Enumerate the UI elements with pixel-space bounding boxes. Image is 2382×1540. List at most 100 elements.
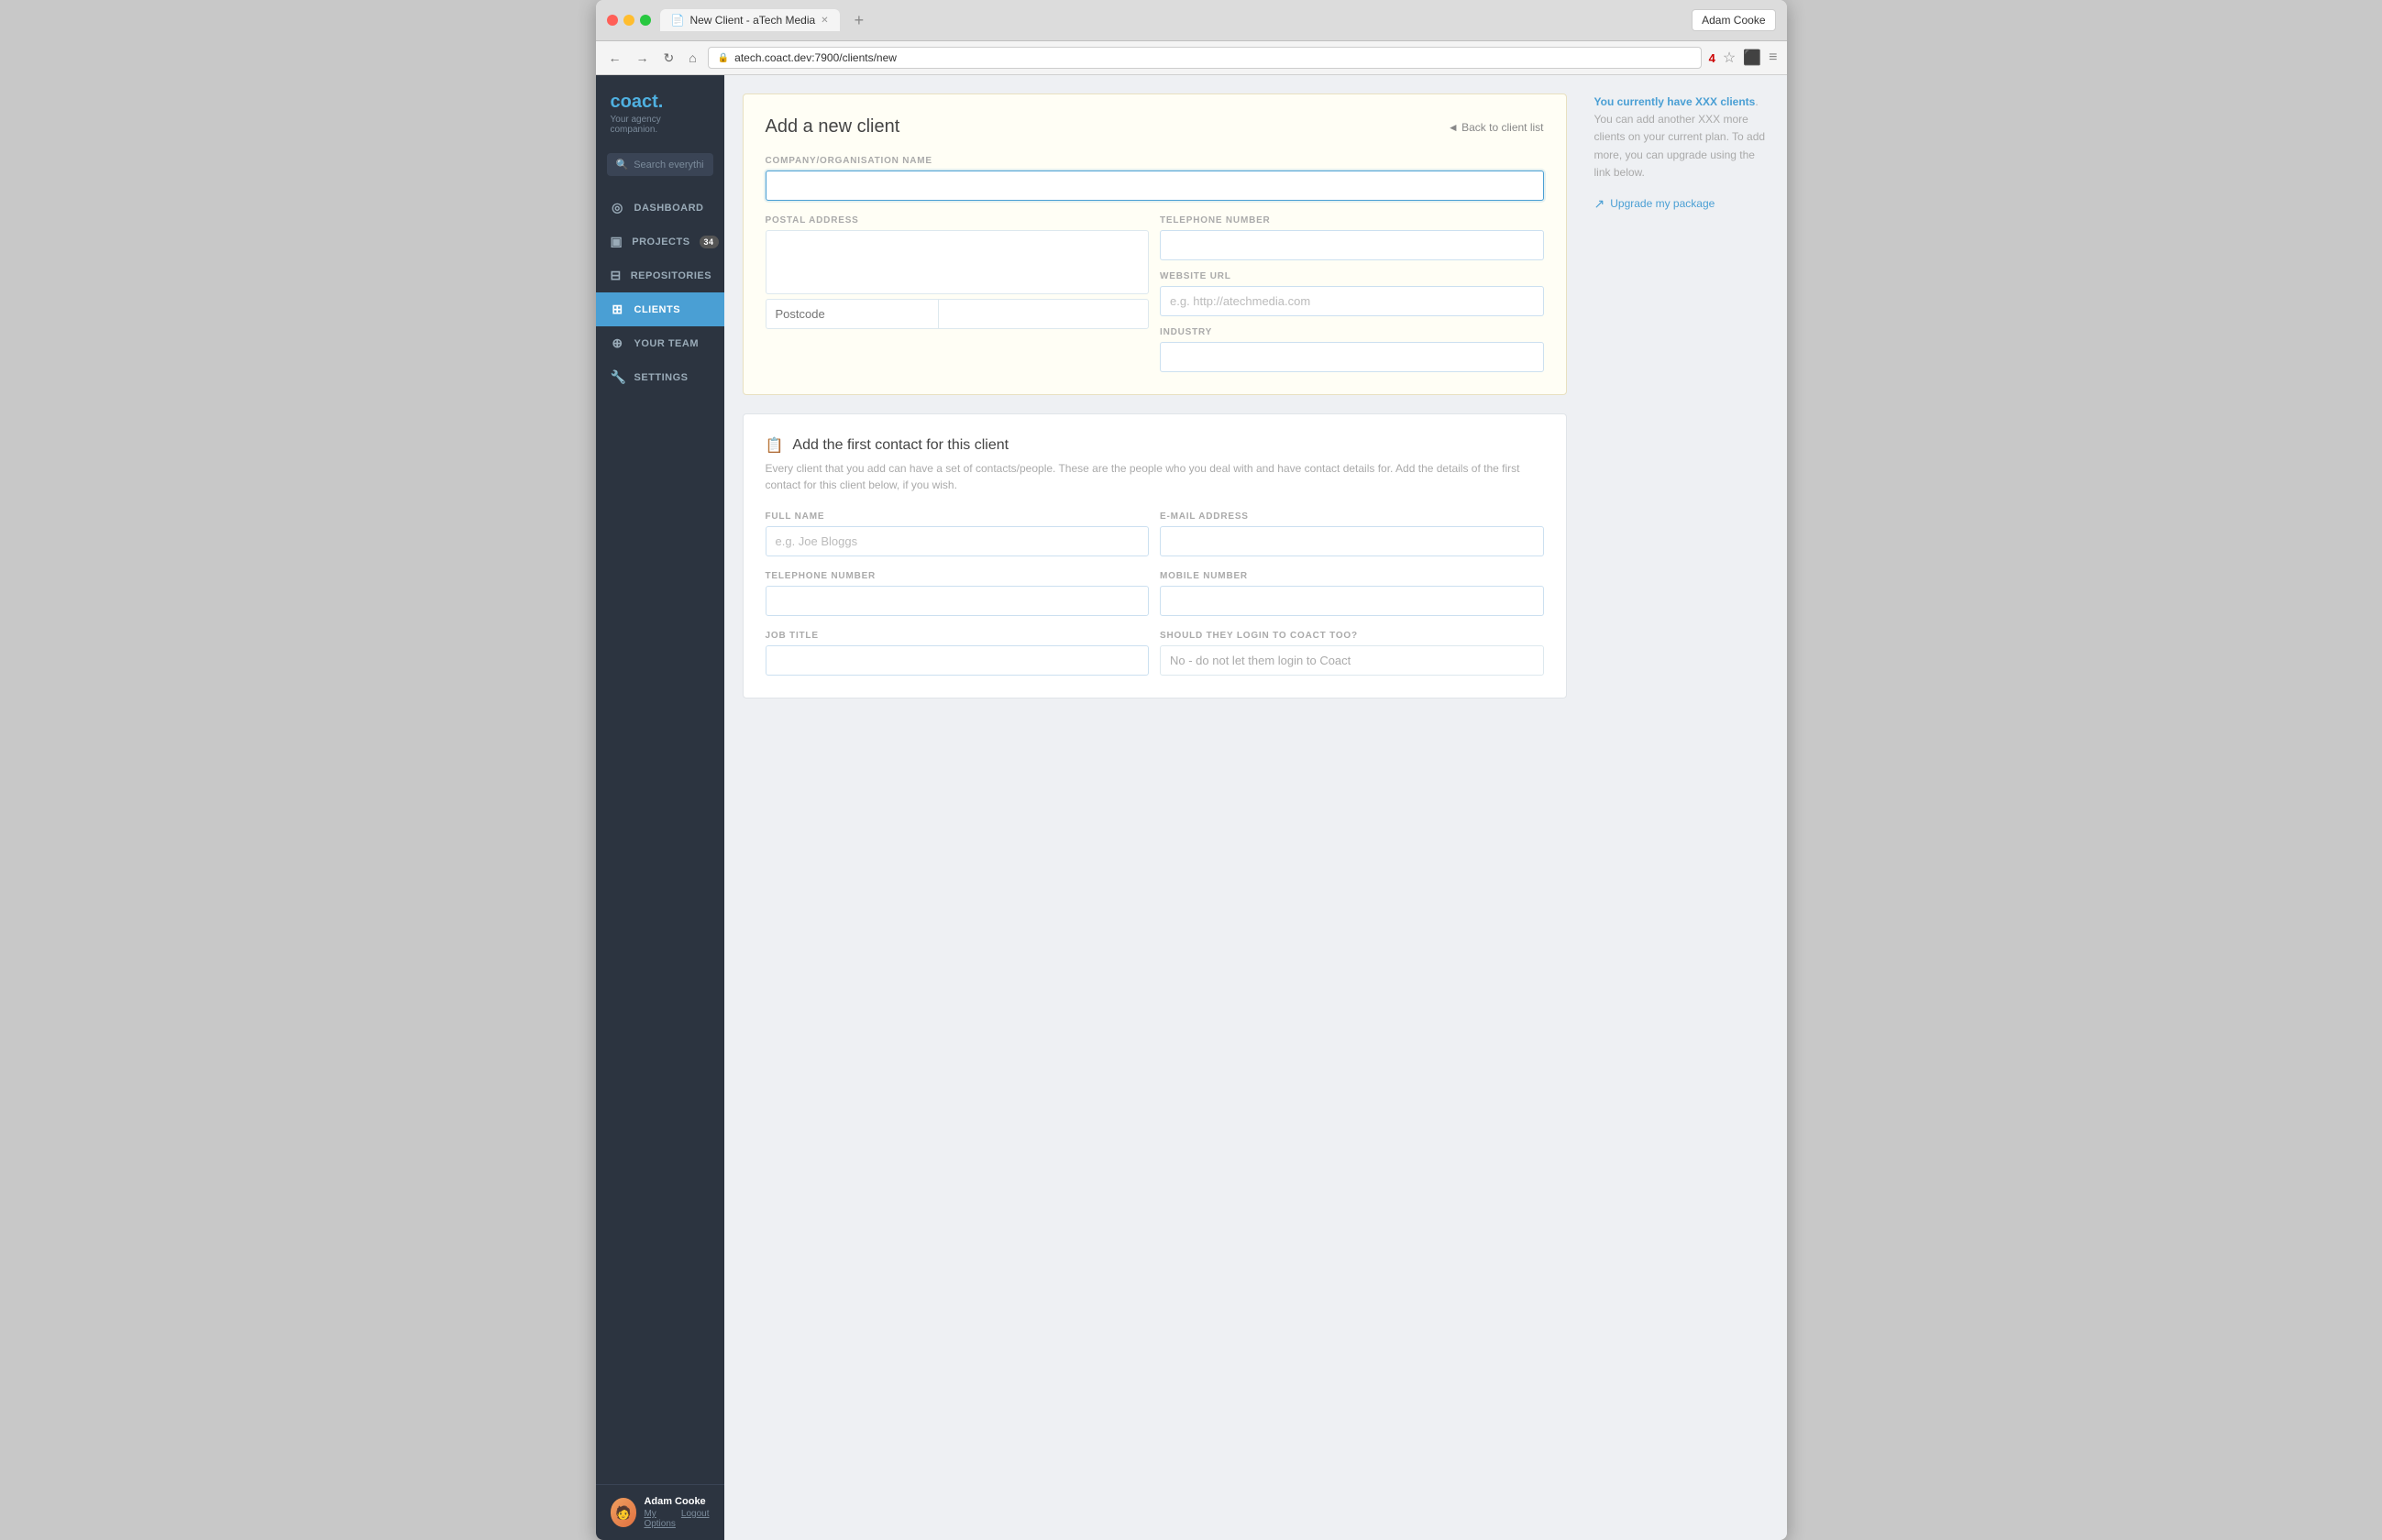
sidebar-user: 🧑 Adam Cooke My Options Logout (596, 1484, 724, 1540)
sidebar-search: 🔍 (596, 146, 724, 191)
contact-telephone-col: TELEPHONE NUMBER (766, 571, 1150, 616)
contact-header: 📋 Add the first contact for this client (766, 436, 1544, 455)
my-options-link[interactable]: My Options (644, 1509, 675, 1529)
home-button[interactable]: ⌂ (685, 49, 700, 67)
postal-address-label: POSTAL ADDRESS (766, 215, 1150, 226)
url-text: atech.coact.dev:7900/clients/new (734, 51, 897, 64)
contact-title: Add the first contact for this client (792, 437, 1009, 454)
website-section: WEBSITE URL (1160, 271, 1544, 316)
menu-icon[interactable]: ≡ (1769, 50, 1777, 66)
dashboard-icon: ◎ (611, 200, 625, 215)
sidebar-item-repositories[interactable]: ⊟ REPOSITORIES (596, 258, 724, 292)
sidebar-item-label: CLIENTS (634, 304, 681, 315)
sidebar-item-dashboard[interactable]: ◎ DASHBOARD (596, 191, 724, 225)
job-title-col: JOB TITLE (766, 631, 1150, 676)
search-input[interactable] (634, 160, 703, 170)
industry-input[interactable] (1160, 342, 1544, 372)
sidebar-logo: coact. Your agency companion. (596, 75, 724, 146)
email-input[interactable] (1160, 526, 1544, 556)
sidebar-item-label: SETTINGS (634, 372, 689, 383)
search-icon: 🔍 (616, 159, 629, 170)
tel-mobile-row: TELEPHONE NUMBER MOBILE NUMBER (766, 571, 1544, 616)
clients-icon: ⊞ (611, 302, 625, 317)
browser-window: 📄 New Client - aTech Media ✕ + Adam Cook… (596, 0, 1787, 1540)
postcode-right (938, 299, 1149, 329)
company-name-section: COMPANY/ORGANISATION NAME (766, 156, 1544, 201)
job-title-input[interactable] (766, 645, 1150, 676)
cast-icon[interactable]: ⬛ (1743, 49, 1761, 67)
address-telephone-row: POSTAL ADDRESS TELEPHONE NUMBER (766, 215, 1544, 372)
sidebar: coact. Your agency companion. 🔍 ◎ DASHBO… (596, 75, 724, 1540)
back-to-client-list-link[interactable]: ◄ Back to client list (1448, 121, 1544, 134)
logout-link[interactable]: Logout (681, 1509, 710, 1529)
postcode-input[interactable] (766, 299, 938, 329)
notification-badge: 4 (1709, 51, 1715, 65)
telephone-input[interactable] (1160, 230, 1544, 260)
forward-nav-button[interactable]: → (633, 49, 653, 67)
tab-favicon: 📄 (671, 14, 685, 27)
login-select[interactable]: No - do not let them login to Coact (1160, 645, 1544, 676)
main-inner: Add a new client ◄ Back to client list C… (724, 75, 1787, 717)
projects-icon: ▣ (611, 234, 623, 249)
card-header: Add a new client ◄ Back to client list (766, 116, 1544, 138)
browser-titlebar: 📄 New Client - aTech Media ✕ + Adam Cook… (596, 0, 1787, 41)
sidebar-item-clients[interactable]: ⊞ CLIENTS (596, 292, 724, 326)
contact-icon: 📋 (766, 436, 784, 455)
job-login-row: JOB TITLE SHOULD THEY LOGIN TO COACT TOO… (766, 631, 1544, 676)
traffic-lights (607, 15, 651, 26)
telephone-website-col: TELEPHONE NUMBER WEBSITE URL INDUSTRY (1160, 215, 1544, 372)
team-icon: ⊕ (611, 336, 625, 351)
address-bar[interactable]: 🔒 atech.coact.dev:7900/clients/new (708, 47, 1702, 69)
user-links: My Options Logout (644, 1509, 709, 1529)
repositories-icon: ⊟ (611, 268, 622, 283)
sidebar-info-panel: You currently have XXX clients. You can … (1585, 75, 1787, 717)
login-label: SHOULD THEY LOGIN TO COACT TOO? (1160, 631, 1544, 641)
sidebar-item-settings[interactable]: 🔧 SETTINGS (596, 360, 724, 394)
nav-items: ◎ DASHBOARD ▣ PROJECTS 34 ⊟ REPOSITORIES… (596, 191, 724, 1484)
upgrade-label: Upgrade my package (1610, 197, 1715, 210)
sidebar-item-label: REPOSITORIES (631, 270, 711, 281)
maximize-button[interactable] (640, 15, 651, 26)
search-wrap[interactable]: 🔍 (607, 153, 713, 176)
postal-address-input[interactable] (766, 230, 1150, 294)
full-name-input[interactable] (766, 526, 1150, 556)
toolbar-right: 4 ☆ ⬛ ≡ (1709, 49, 1778, 67)
user-info: Adam Cooke My Options Logout (644, 1496, 709, 1529)
telephone-label: TELEPHONE NUMBER (1160, 215, 1544, 226)
projects-badge: 34 (700, 236, 719, 248)
contact-card: 📋 Add the first contact for this client … (743, 413, 1567, 698)
postcode-row (766, 299, 1150, 329)
user-badge: Adam Cooke (1692, 9, 1775, 31)
form-area: Add a new client ◄ Back to client list C… (724, 75, 1585, 717)
user-name: Adam Cooke (644, 1496, 709, 1507)
login-col: SHOULD THEY LOGIN TO COACT TOO? No - do … (1160, 631, 1544, 676)
sidebar-item-your-team[interactable]: ⊕ YOUR TEAM (596, 326, 724, 360)
company-name-input[interactable] (766, 170, 1544, 201)
website-input[interactable] (1160, 286, 1544, 316)
job-title-label: JOB TITLE (766, 631, 1150, 641)
sidebar-item-label: PROJECTS (632, 236, 689, 248)
minimize-button[interactable] (623, 15, 634, 26)
reload-button[interactable]: ↻ (660, 49, 678, 68)
tab-title: New Client - aTech Media (689, 14, 815, 27)
contact-description: Every client that you add can have a set… (766, 460, 1544, 493)
upgrade-link[interactable]: ↗ Upgrade my package (1594, 196, 1769, 212)
avatar: 🧑 (611, 1498, 637, 1527)
sidebar-item-projects[interactable]: ▣ PROJECTS 34 (596, 225, 724, 258)
client-form-card: Add a new client ◄ Back to client list C… (743, 94, 1567, 395)
star-icon[interactable]: ☆ (1723, 49, 1736, 67)
mobile-input[interactable] (1160, 586, 1544, 616)
industry-section: INDUSTRY (1160, 327, 1544, 372)
new-tab-button[interactable]: + (849, 11, 870, 30)
logo-subtitle: Your agency companion. (611, 115, 710, 135)
lock-icon: 🔒 (718, 53, 729, 63)
back-nav-button[interactable]: ← (605, 49, 625, 67)
browser-toolbar: ← → ↻ ⌂ 🔒 atech.coact.dev:7900/clients/n… (596, 41, 1787, 75)
contact-telephone-input[interactable] (766, 586, 1150, 616)
close-button[interactable] (607, 15, 618, 26)
sidebar-item-label: YOUR TEAM (634, 338, 700, 349)
browser-tab[interactable]: 📄 New Client - aTech Media ✕ (660, 9, 840, 31)
email-col: E-MAIL ADDRESS (1160, 512, 1544, 556)
tab-close-button[interactable]: ✕ (821, 16, 828, 26)
website-label: WEBSITE URL (1160, 271, 1544, 281)
